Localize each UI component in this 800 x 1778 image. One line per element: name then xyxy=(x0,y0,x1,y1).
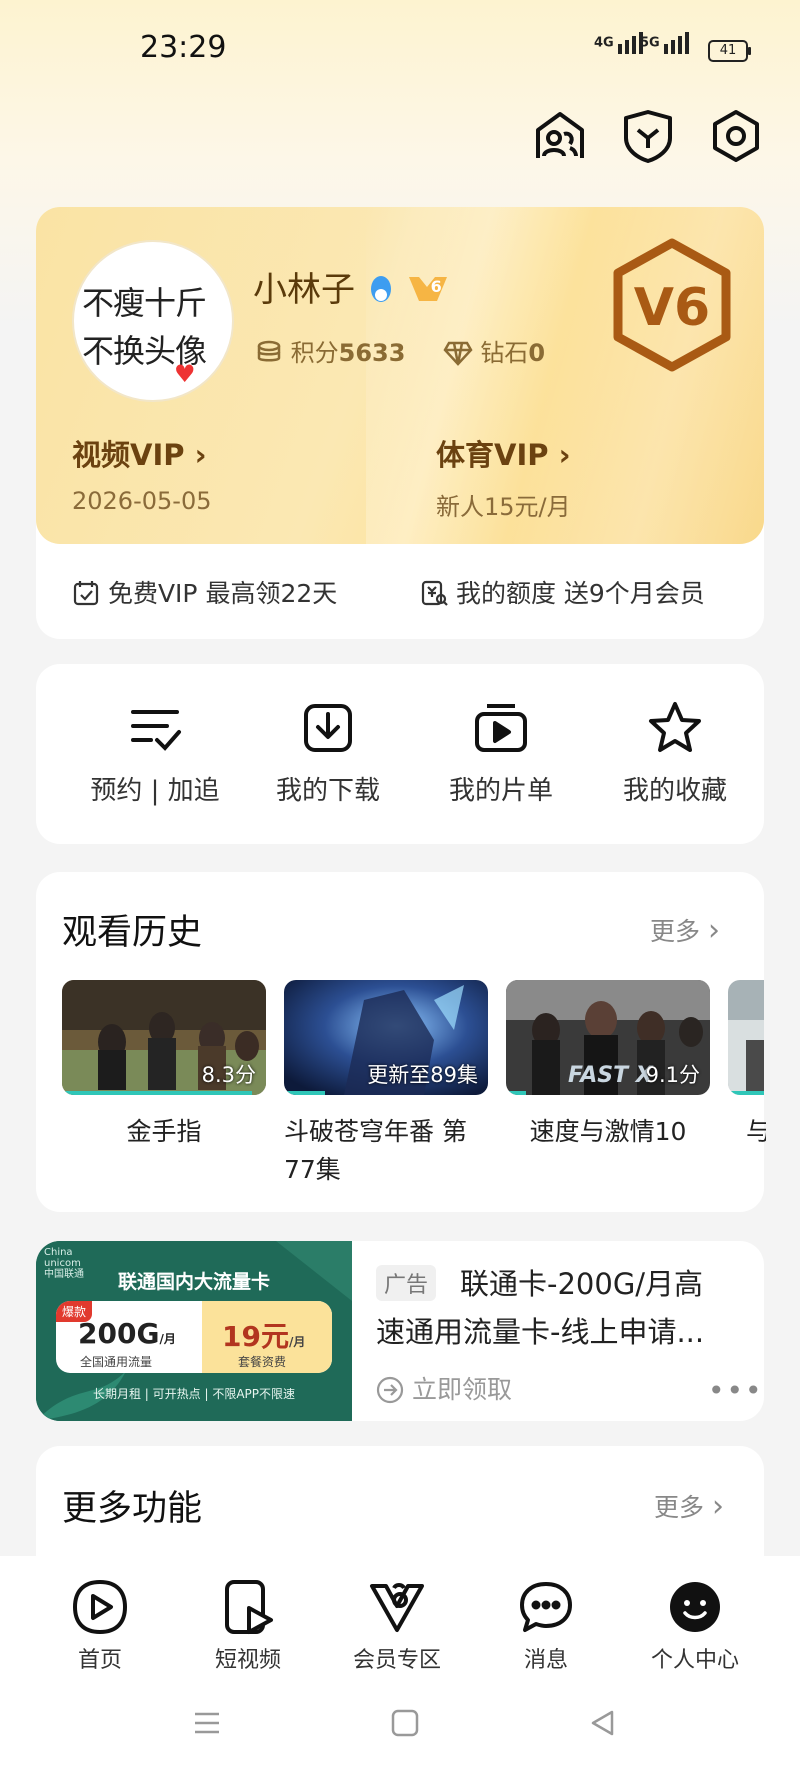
profile-icon xyxy=(666,1578,724,1636)
svg-text:FAST X: FAST X xyxy=(568,1063,654,1088)
level-small-badge-icon: 6 xyxy=(407,273,449,303)
system-menu-icon[interactable] xyxy=(192,1708,222,1738)
video-vip-link[interactable]: 视频VIP › xyxy=(72,432,207,474)
quota-search-icon xyxy=(421,580,448,606)
history-title: 观看历史 xyxy=(62,913,203,953)
playlist-icon xyxy=(473,700,529,756)
nav-home[interactable]: 首页 xyxy=(45,1578,155,1674)
quota-link[interactable]: 我的额度 送9个月会员 xyxy=(420,574,705,610)
reserve-list-icon xyxy=(127,700,183,756)
diamond-icon xyxy=(443,341,473,366)
history-thumb-3[interactable]: FAST X 9.1分 xyxy=(506,980,710,1095)
history-progress-bar xyxy=(62,1091,252,1095)
history-progress-bar xyxy=(284,1091,325,1095)
sports-vip-promo: 新人15元/月 xyxy=(436,493,571,521)
quick-action-download[interactable]: 我的下载 xyxy=(243,700,413,807)
points-diamond-row[interactable]: 积分5633 钻石0 xyxy=(255,333,545,368)
history-thumb-4[interactable] xyxy=(728,980,764,1095)
svg-text:V6: V6 xyxy=(634,278,710,338)
community-icon[interactable] xyxy=(532,108,588,164)
nav-short-video[interactable]: 短视频 xyxy=(193,1578,303,1674)
nav-profile[interactable]: 个人中心 xyxy=(640,1578,750,1674)
shield-icon[interactable] xyxy=(620,108,676,164)
chevron-right-icon: › xyxy=(558,438,571,472)
video-vip-expiry: 2026-05-05 xyxy=(72,487,212,515)
signal-4g-icon: 4G xyxy=(594,32,646,54)
download-icon xyxy=(300,700,356,756)
arrow-circle-icon xyxy=(376,1376,404,1404)
username[interactable]: 小林子 6 xyxy=(253,262,449,311)
history-progress-bar xyxy=(728,1091,764,1095)
ad-offer-box: 爆款 200G/月 全国通用流量 19元/月 套餐资费 xyxy=(56,1301,332,1373)
history-more-link[interactable]: 更多 › xyxy=(650,912,720,948)
nav-messages[interactable]: 消息 xyxy=(491,1578,601,1674)
sports-vip-link[interactable]: 体育VIP › xyxy=(436,432,571,474)
chevron-right-icon: › xyxy=(194,438,207,472)
system-back-icon[interactable] xyxy=(588,1708,618,1738)
chevron-right-icon: › xyxy=(707,913,720,948)
home-play-icon xyxy=(71,1578,129,1636)
chevron-right-icon: › xyxy=(711,1489,724,1524)
free-vip-link[interactable]: 免费VIP 最高领22天 xyxy=(72,574,337,610)
history-thumb-2[interactable]: 更新至89集 xyxy=(284,980,488,1095)
quick-action-playlist[interactable]: 我的片单 xyxy=(416,700,586,807)
history-item-title[interactable]: 速度与激情10 xyxy=(506,1113,710,1151)
signal-5g-icon: 5G xyxy=(640,32,692,54)
message-icon xyxy=(517,1578,575,1636)
history-progress-bar xyxy=(506,1091,527,1095)
avatar[interactable]: 不瘦十斤 不换头像 ♥ xyxy=(72,240,234,402)
more-functions-link[interactable]: 更多 › xyxy=(654,1488,724,1524)
settings-icon[interactable] xyxy=(708,108,764,164)
more-options-icon[interactable]: ••• xyxy=(708,1374,764,1407)
ad-image[interactable]: China unicom中国联通 联通国内大流量卡 爆款 200G/月 全国通用… xyxy=(36,1241,352,1421)
history-item-title[interactable]: 金手指 xyxy=(62,1113,266,1151)
battery-icon: 41 xyxy=(708,40,751,62)
ad-badge: 广告 xyxy=(376,1265,437,1301)
star-icon xyxy=(647,700,703,756)
history-thumb-1[interactable]: 8.3分 xyxy=(62,980,266,1095)
ad-claim-link[interactable]: 立即领取 xyxy=(376,1370,512,1406)
nav-vip-zone[interactable]: 会员专区 xyxy=(342,1578,452,1674)
qq-penguin-icon xyxy=(370,276,391,302)
heart-icon: ♥ xyxy=(174,360,196,388)
quick-action-reserve[interactable]: 预约 | 加追 xyxy=(70,700,240,807)
short-video-icon xyxy=(219,1578,277,1636)
quick-action-favorites[interactable]: 我的收藏 xyxy=(590,700,760,807)
coins-icon xyxy=(257,340,281,362)
more-functions-title: 更多功能 xyxy=(62,1489,203,1529)
calendar-check-icon xyxy=(73,581,99,606)
history-item-title[interactable]: 斗破苍穹年番 第77集 xyxy=(284,1113,494,1189)
vip-level-badge[interactable]: V6 xyxy=(610,237,734,373)
system-home-icon[interactable] xyxy=(390,1708,420,1738)
vip-zone-icon xyxy=(368,1578,426,1636)
status-time: 23:29 xyxy=(140,30,227,65)
history-item-title[interactable]: 与 xyxy=(746,1113,766,1151)
